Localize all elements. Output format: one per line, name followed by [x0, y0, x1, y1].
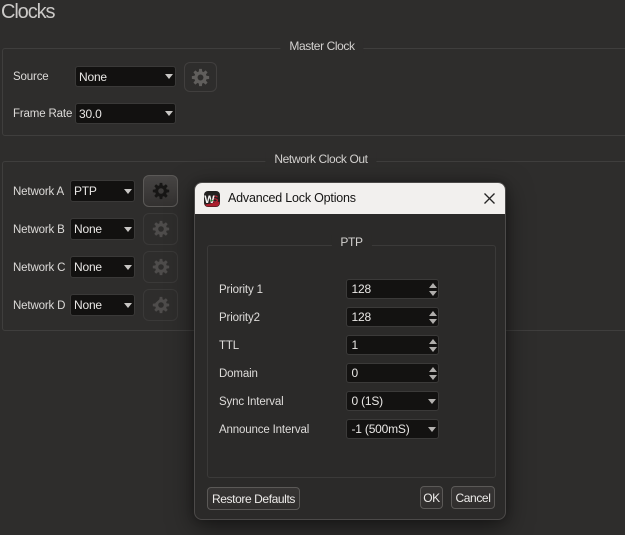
svg-text:W: W: [204, 194, 215, 206]
